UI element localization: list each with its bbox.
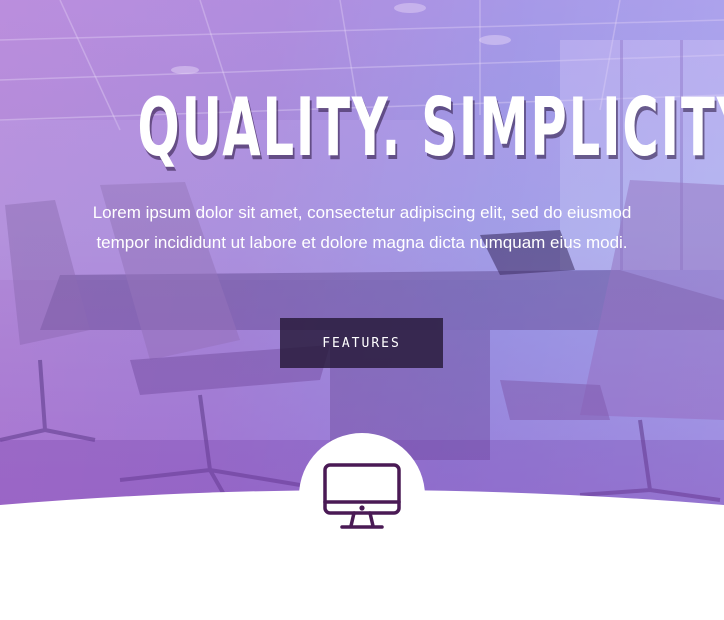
page: QUALITY. SIMPLICITY. Lorem ipsum dolor s…	[0, 0, 724, 620]
features-button[interactable]: FEATURES	[280, 318, 443, 368]
hero-subtitle: Lorem ipsum dolor sit amet, consectetur …	[92, 203, 632, 252]
monitor-icon	[323, 463, 401, 529]
hero-title: QUALITY. SIMPLICITY.	[137, 81, 724, 174]
